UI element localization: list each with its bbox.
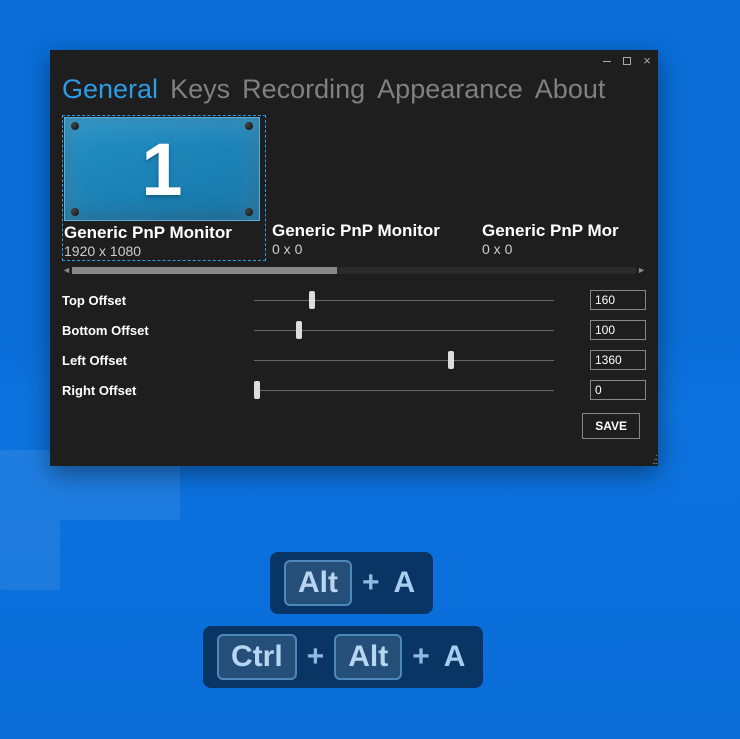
offset-row-left: Left Offset bbox=[62, 345, 646, 375]
monitor-graphic: 1 bbox=[64, 117, 260, 221]
tab-recording[interactable]: Recording bbox=[242, 74, 365, 105]
monitor-card-3[interactable]: Generic PnP Mor 0 x 0 bbox=[482, 115, 646, 261]
maximize-button[interactable] bbox=[622, 56, 632, 66]
monitor-card-2[interactable]: Generic PnP Monitor 0 x 0 bbox=[272, 115, 476, 261]
monitor-resolution: 0 x 0 bbox=[482, 241, 646, 257]
tab-keys[interactable]: Keys bbox=[170, 74, 230, 105]
bottom-offset-slider[interactable] bbox=[254, 320, 578, 340]
key-ctrl: Ctrl bbox=[217, 634, 297, 680]
key-alt: Alt bbox=[334, 634, 402, 680]
key-alt: Alt bbox=[284, 560, 352, 606]
bottom-offset-label: Bottom Offset bbox=[62, 323, 242, 338]
offset-row-right: Right Offset bbox=[62, 375, 646, 405]
slider-handle[interactable] bbox=[296, 321, 302, 339]
scroll-thumb[interactable] bbox=[72, 267, 337, 274]
right-offset-label: Right Offset bbox=[62, 383, 242, 398]
monitor-name: Generic PnP Monitor bbox=[64, 223, 264, 243]
minimize-button[interactable] bbox=[602, 56, 612, 66]
left-offset-slider[interactable] bbox=[254, 350, 578, 370]
right-offset-input[interactable] bbox=[590, 380, 646, 400]
scroll-track[interactable] bbox=[72, 267, 636, 274]
top-offset-label: Top Offset bbox=[62, 293, 242, 308]
plus-icon: + bbox=[307, 640, 325, 674]
left-offset-label: Left Offset bbox=[62, 353, 242, 368]
top-offset-slider[interactable] bbox=[254, 290, 578, 310]
right-offset-slider[interactable] bbox=[254, 380, 578, 400]
tabs-row: General Keys Recording Appearance About bbox=[50, 72, 658, 115]
tab-general[interactable]: General bbox=[62, 74, 158, 105]
plus-icon: + bbox=[362, 566, 380, 600]
monitors-row: 1 Generic PnP Monitor 1920 x 1080 Generi… bbox=[62, 115, 646, 261]
save-button[interactable]: SAVE bbox=[582, 413, 640, 439]
monitors-scrollbar[interactable]: ◄ ► bbox=[62, 265, 646, 275]
tab-appearance[interactable]: Appearance bbox=[377, 74, 523, 105]
slider-handle[interactable] bbox=[254, 381, 260, 399]
scroll-left-icon[interactable]: ◄ bbox=[62, 265, 72, 275]
scroll-right-icon[interactable]: ► bbox=[636, 265, 646, 275]
top-offset-input[interactable] bbox=[590, 290, 646, 310]
osd-keys-1: Alt + A bbox=[270, 552, 433, 614]
titlebar: × bbox=[50, 50, 658, 72]
key-letter: A bbox=[390, 566, 420, 600]
left-offset-input[interactable] bbox=[590, 350, 646, 370]
monitor-card-1[interactable]: 1 Generic PnP Monitor 1920 x 1080 bbox=[62, 115, 266, 261]
settings-window: × General Keys Recording Appearance Abou… bbox=[50, 50, 658, 466]
monitor-resolution: 0 x 0 bbox=[272, 241, 476, 257]
close-button[interactable]: × bbox=[642, 56, 652, 66]
bottom-offset-input[interactable] bbox=[590, 320, 646, 340]
tab-about[interactable]: About bbox=[535, 74, 606, 105]
slider-handle[interactable] bbox=[448, 351, 454, 369]
offset-row-top: Top Offset bbox=[62, 285, 646, 315]
offset-row-bottom: Bottom Offset bbox=[62, 315, 646, 345]
resize-grip-icon[interactable]: .. .. . . bbox=[644, 452, 656, 464]
offsets-panel: Top Offset Bottom Offset Left Offset bbox=[62, 285, 646, 405]
key-letter: A bbox=[440, 640, 470, 674]
monitor-name: Generic PnP Monitor bbox=[272, 221, 476, 241]
desktop-light-stripe bbox=[0, 520, 60, 590]
monitor-resolution: 1920 x 1080 bbox=[64, 243, 264, 259]
monitor-name: Generic PnP Mor bbox=[482, 221, 646, 241]
plus-icon: + bbox=[412, 640, 430, 674]
osd-keys-2: Ctrl + Alt + A bbox=[203, 626, 483, 688]
slider-handle[interactable] bbox=[309, 291, 315, 309]
monitor-number: 1 bbox=[141, 127, 182, 212]
